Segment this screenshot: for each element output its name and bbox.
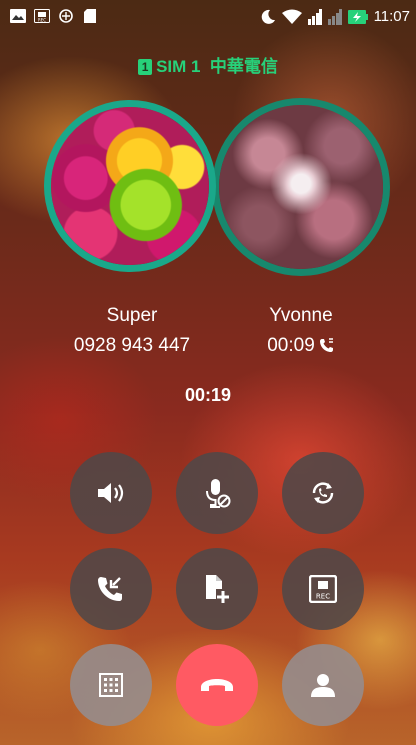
add-call-icon (206, 575, 229, 603)
swap-calls-button[interactable] (282, 452, 364, 534)
signal-sim1-icon (307, 8, 322, 25)
mic-muted-icon (206, 479, 231, 508)
caller-1-avatar[interactable] (44, 100, 216, 272)
status-bar: REC 11:07 (0, 0, 416, 34)
call-timer: 00:19 (184, 385, 232, 405)
sim-badge: 1 (138, 59, 153, 75)
merge-call-button[interactable] (70, 548, 152, 630)
do-not-disturb-moon-icon (261, 9, 275, 24)
caller-2-name: Yvonne (269, 305, 333, 326)
caller-1-info: Super 0928 943 447 (57, 305, 207, 357)
background-wallpaper (0, 0, 416, 745)
battery-charging-icon (347, 9, 368, 24)
add-call-button[interactable] (176, 548, 258, 630)
on-hold-call-icon (319, 338, 333, 352)
sim-carrier-label: SIM 1 中華電信 (156, 57, 278, 76)
recorder-notification-icon: REC (34, 9, 50, 23)
caller-2-duration: 00:09 (267, 335, 315, 356)
blossom-photo (219, 105, 383, 269)
status-time: 11:07 (373, 8, 410, 25)
flowers-photo (51, 107, 209, 265)
record-icon: REC (309, 575, 337, 603)
contacts-icon (311, 674, 335, 697)
dialpad-button[interactable] (70, 644, 152, 726)
caller-1-name: Super (106, 305, 158, 326)
image-notification-icon (10, 9, 26, 23)
contacts-button[interactable] (282, 644, 364, 726)
signal-sim2-icon (327, 8, 342, 25)
caller-1-number: 0928 943 447 (73, 335, 191, 356)
dialpad-icon (99, 673, 123, 697)
record-label: REC (316, 593, 330, 601)
mute-button[interactable] (176, 452, 258, 534)
merge-call-icon (98, 577, 122, 601)
speaker-button[interactable] (70, 452, 152, 534)
sd-card-icon (84, 9, 96, 23)
speaker-icon (98, 483, 124, 503)
svg-text:REC: REC (38, 18, 46, 23)
caller-2-info: Yvonne 00:09 (226, 305, 376, 357)
end-call-icon (201, 679, 233, 691)
data-saver-icon (59, 9, 73, 23)
record-button[interactable]: REC (282, 548, 364, 630)
caller-2-avatar[interactable] (212, 98, 390, 276)
end-call-button[interactable] (176, 644, 258, 726)
swap-calls-icon (312, 482, 334, 504)
wifi-icon (281, 9, 302, 24)
sim-indicator: 1 SIM 1 中華電信 (0, 52, 416, 77)
